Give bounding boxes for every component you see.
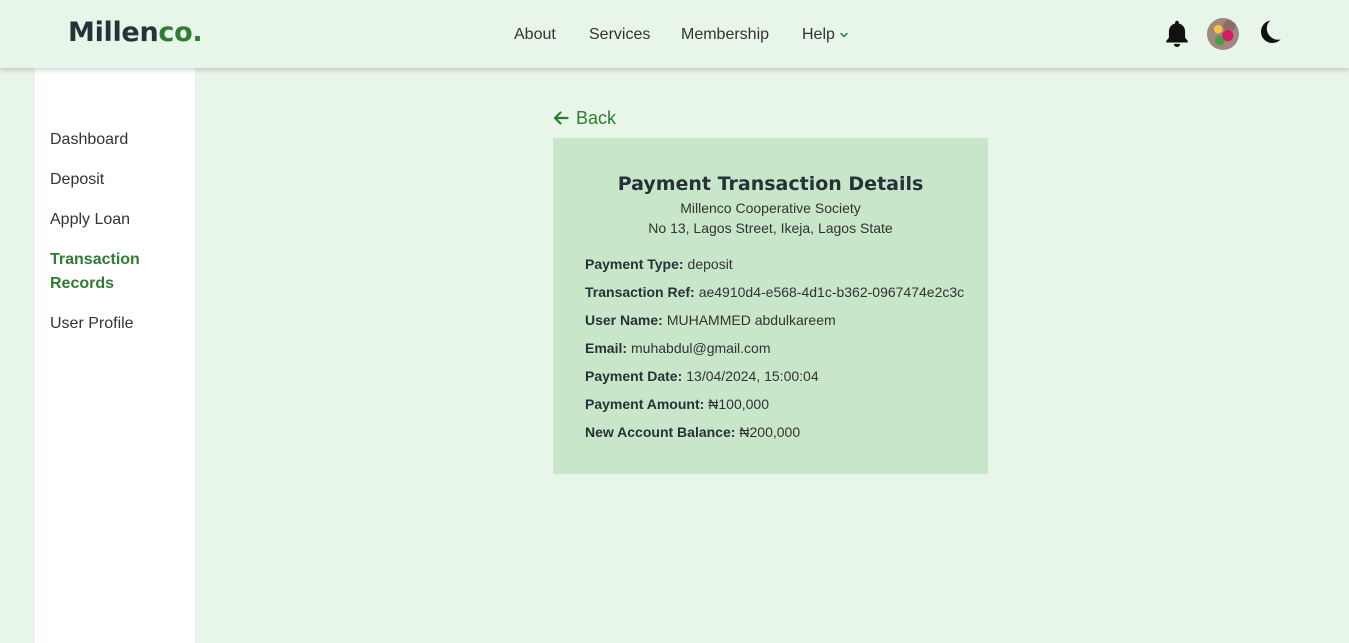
detail-transaction-ref: Transaction Ref: ae4910d4-e568-4d1c-b362-…: [585, 282, 964, 302]
org-name: Millenco Cooperative Society: [680, 200, 861, 216]
sidebar: Dashboard Deposit Apply Loan Transaction…: [35, 68, 195, 643]
detail-label: Email:: [585, 340, 628, 356]
logo-accent-text: co.: [158, 17, 203, 48]
logo-main-text: Millen: [68, 17, 159, 48]
detail-payment-type: Payment Type: deposit: [585, 254, 733, 274]
nav-membership[interactable]: Membership: [681, 24, 769, 46]
arrow-left-icon: [553, 111, 569, 125]
sidebar-item-apply-loan[interactable]: Apply Loan: [50, 208, 180, 232]
sidebar-item-user-profile[interactable]: User Profile: [50, 312, 180, 336]
sidebar-item-transaction-records[interactable]: Transaction Records: [50, 248, 180, 296]
detail-label: User Name:: [585, 312, 663, 328]
detail-label: Payment Date:: [585, 368, 683, 384]
detail-value: muhabdul@gmail.com: [631, 340, 771, 356]
detail-value: MUHAMMED abdulkareem: [666, 312, 836, 328]
detail-label: Payment Type:: [585, 256, 684, 272]
back-label: Back: [576, 108, 617, 128]
transaction-details-card: Payment Transaction Details Millenco Coo…: [553, 138, 988, 474]
nav-help[interactable]: Help: [802, 24, 835, 46]
avatar[interactable]: [1207, 18, 1239, 50]
chevron-down-icon[interactable]: [839, 30, 849, 40]
sidebar-item-dashboard[interactable]: Dashboard: [50, 128, 180, 152]
detail-new-balance: New Account Balance: ₦200,000: [585, 422, 800, 442]
org-address: No 13, Lagos Street, Ikeja, Lagos State: [648, 220, 893, 236]
detail-value: 13/04/2024, 15:00:04: [686, 368, 819, 384]
detail-label: Transaction Ref:: [585, 284, 695, 300]
detail-email: Email: muhabdul@gmail.com: [585, 338, 771, 358]
bell-icon[interactable]: [1163, 19, 1191, 49]
nav-services[interactable]: Services: [589, 24, 650, 46]
detail-value: deposit: [687, 256, 733, 272]
detail-payment-amount: Payment Amount: ₦100,000: [585, 394, 769, 414]
moon-icon[interactable]: [1255, 18, 1283, 46]
nav-about[interactable]: About: [514, 24, 556, 46]
detail-label: Payment Amount:: [585, 396, 705, 412]
top-header: Millenco. About Services Membership Help: [0, 0, 1349, 68]
card-title: Payment Transaction Details: [617, 173, 924, 195]
detail-value: ₦200,000: [739, 424, 801, 440]
detail-payment-date: Payment Date: 13/04/2024, 15:00:04: [585, 366, 819, 386]
sidebar-item-deposit[interactable]: Deposit: [50, 168, 180, 192]
detail-value: ₦100,000: [708, 396, 769, 412]
logo[interactable]: Millenco.: [68, 16, 203, 50]
detail-value: ae4910d4-e568-4d1c-b362-0967474e2c3c: [698, 284, 965, 300]
detail-user-name: User Name: MUHAMMED abdulkareem: [585, 310, 836, 330]
detail-label: New Account Balance:: [585, 424, 736, 440]
